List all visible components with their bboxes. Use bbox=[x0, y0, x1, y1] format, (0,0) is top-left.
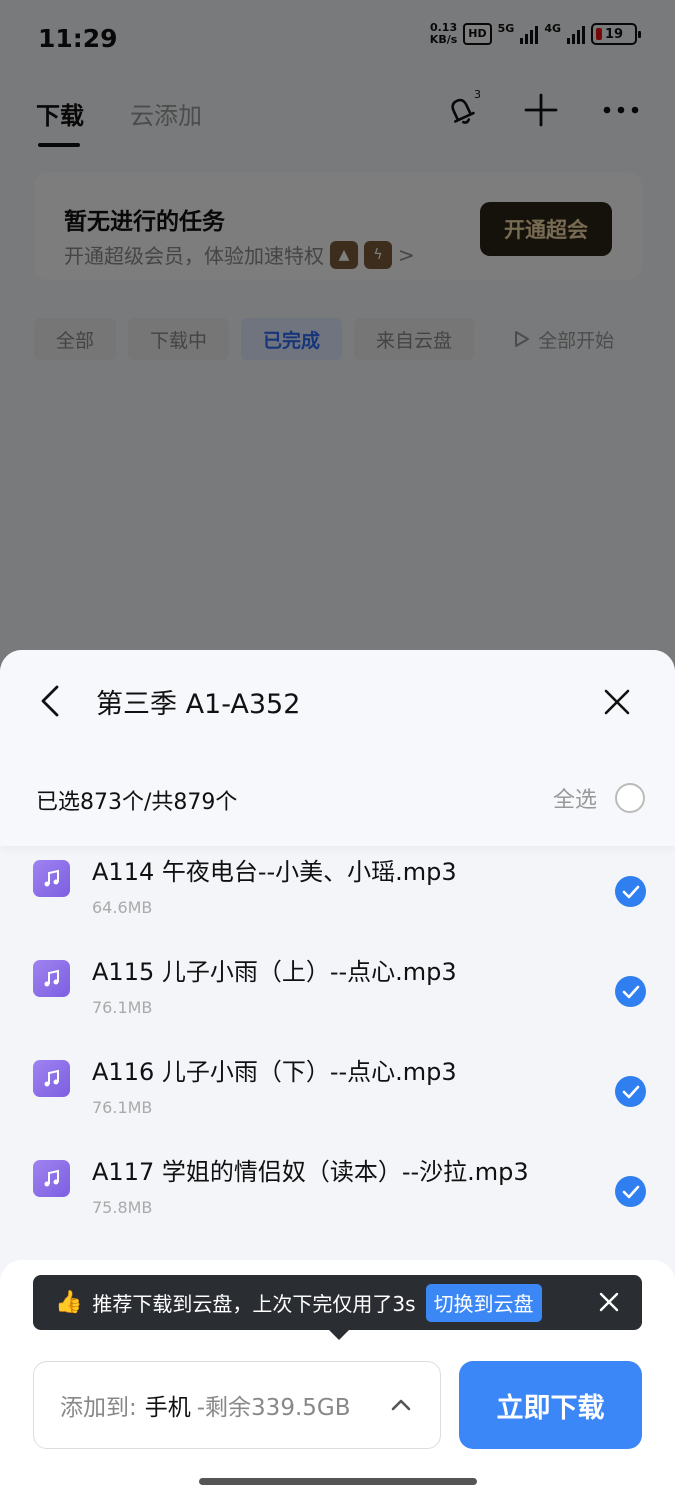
file-list: A114 午夜电台--小美、小瑶.mp3 64.6MB A115 儿子小雨（上）… bbox=[0, 846, 675, 1246]
check-icon[interactable] bbox=[615, 1176, 646, 1207]
download-action-panel: 👍 推荐下载到云盘，上次下完仅用了3s 切换到云盘 添加到: 手机 -剩余339… bbox=[0, 1260, 675, 1500]
file-name: A114 午夜电台--小美、小瑶.mp3 bbox=[92, 858, 457, 886]
cloud-recommend-toast: 👍 推荐下载到云盘，上次下完仅用了3s 切换到云盘 bbox=[33, 1275, 642, 1340]
file-name: A115 儿子小雨（上）--点心.mp3 bbox=[92, 958, 457, 986]
close-button[interactable] bbox=[597, 682, 637, 722]
close-icon bbox=[604, 689, 630, 715]
file-size: 76.1MB bbox=[92, 998, 153, 1017]
file-row[interactable]: A116 儿子小雨（下）--点心.mp3 76.1MB bbox=[0, 1046, 675, 1146]
destination-value: 手机 bbox=[144, 1395, 191, 1421]
sheet-title: 第三季 A1-A352 bbox=[96, 689, 301, 720]
file-size: 75.8MB bbox=[92, 1198, 153, 1217]
file-row[interactable]: A115 儿子小雨（上）--点心.mp3 76.1MB bbox=[0, 946, 675, 1046]
music-file-icon bbox=[33, 860, 70, 897]
toast-text: 推荐下载到云盘，上次下完仅用了3s bbox=[92, 1292, 416, 1316]
home-indicator[interactable] bbox=[199, 1478, 477, 1485]
folder-sheet: 第三季 A1-A352 已选873个/共879个 全选 A114 午夜电台--小… bbox=[0, 650, 675, 1500]
destination-selector[interactable]: 添加到: 手机 -剩余339.5GB bbox=[33, 1361, 441, 1449]
file-name: A116 儿子小雨（下）--点心.mp3 bbox=[92, 1058, 457, 1086]
file-size: 76.1MB bbox=[92, 1098, 153, 1117]
check-icon[interactable] bbox=[615, 1076, 646, 1107]
music-file-icon bbox=[33, 960, 70, 997]
file-size: 64.6MB bbox=[92, 898, 153, 917]
music-file-icon bbox=[33, 1160, 70, 1197]
check-icon[interactable] bbox=[615, 976, 646, 1007]
destination-prefix: 添加到: bbox=[60, 1395, 137, 1421]
selected-count: 已选873个/共879个 bbox=[36, 790, 238, 815]
file-row[interactable]: A117 学姐的情侣奴（读本）--沙拉.mp3 75.8MB bbox=[0, 1146, 675, 1246]
chevron-up-icon bbox=[391, 1399, 411, 1411]
music-file-icon bbox=[33, 1060, 70, 1097]
select-all-toggle[interactable]: 全选 bbox=[553, 782, 645, 814]
close-icon bbox=[599, 1292, 619, 1312]
file-row[interactable]: A114 午夜电台--小美、小瑶.mp3 64.6MB bbox=[0, 846, 675, 946]
file-name: A117 学姐的情侣奴（读本）--沙拉.mp3 bbox=[92, 1158, 529, 1186]
download-now-button[interactable]: 立即下载 bbox=[459, 1361, 642, 1449]
select-all-radio[interactable] bbox=[615, 783, 645, 813]
thumbs-up-icon: 👍 bbox=[55, 1290, 83, 1315]
destination-remaining: -剩余339.5GB bbox=[196, 1395, 351, 1421]
check-icon[interactable] bbox=[615, 876, 646, 907]
chevron-left-icon bbox=[41, 685, 59, 717]
select-all-label: 全选 bbox=[552, 788, 597, 813]
switch-to-cloud-button[interactable]: 切换到云盘 bbox=[425, 1283, 542, 1322]
toast-close-button[interactable] bbox=[596, 1289, 622, 1315]
back-button[interactable] bbox=[30, 680, 70, 722]
sheet-header: 第三季 A1-A352 已选873个/共879个 全选 bbox=[0, 650, 675, 846]
